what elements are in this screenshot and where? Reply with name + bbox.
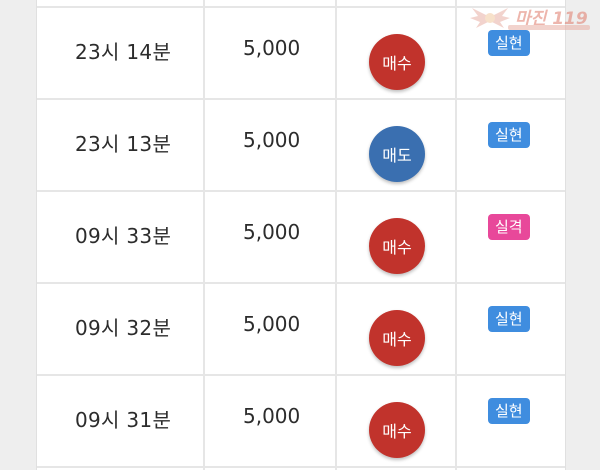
time-cell: 23시 14분 — [75, 40, 172, 64]
amount-cell: 5,000 — [243, 128, 301, 152]
time-cell: 09시 32분 — [75, 316, 172, 340]
watermark-subtext-bar — [508, 25, 590, 30]
amount-cell: 5,000 — [243, 220, 301, 244]
result-badge: 실현 — [488, 306, 530, 332]
wings-icon — [470, 8, 510, 28]
buy-button[interactable]: 매수 — [369, 218, 425, 274]
trade-history-table: 23시 14분 5,000 매수 실현 23시 13분 5,000 매도 실현 … — [36, 0, 566, 470]
buy-button[interactable]: 매수 — [369, 310, 425, 366]
table-row: 09시 32분 5,000 매수 실현 — [37, 284, 565, 376]
buy-button[interactable]: 매수 — [369, 34, 425, 90]
result-badge: 실현 — [488, 122, 530, 148]
time-cell: 09시 31분 — [75, 408, 172, 432]
result-badge: 실격 — [488, 214, 530, 240]
time-cell: 23시 13분 — [75, 132, 172, 156]
amount-cell: 5,000 — [243, 312, 301, 336]
buy-button[interactable]: 매수 — [369, 402, 425, 458]
table-row: 09시 31분 5,000 매수 실현 — [37, 376, 565, 468]
time-cell: 09시 33분 — [75, 224, 172, 248]
table-row: 23시 13분 5,000 매도 실현 — [37, 100, 565, 192]
result-badge: 실현 — [488, 398, 530, 424]
table-row: 09시 33분 5,000 매수 실격 — [37, 192, 565, 284]
sell-button[interactable]: 매도 — [369, 126, 425, 182]
amount-cell: 5,000 — [243, 404, 301, 428]
site-logo-watermark: 마진 119 — [470, 2, 600, 36]
amount-cell: 5,000 — [243, 36, 301, 60]
